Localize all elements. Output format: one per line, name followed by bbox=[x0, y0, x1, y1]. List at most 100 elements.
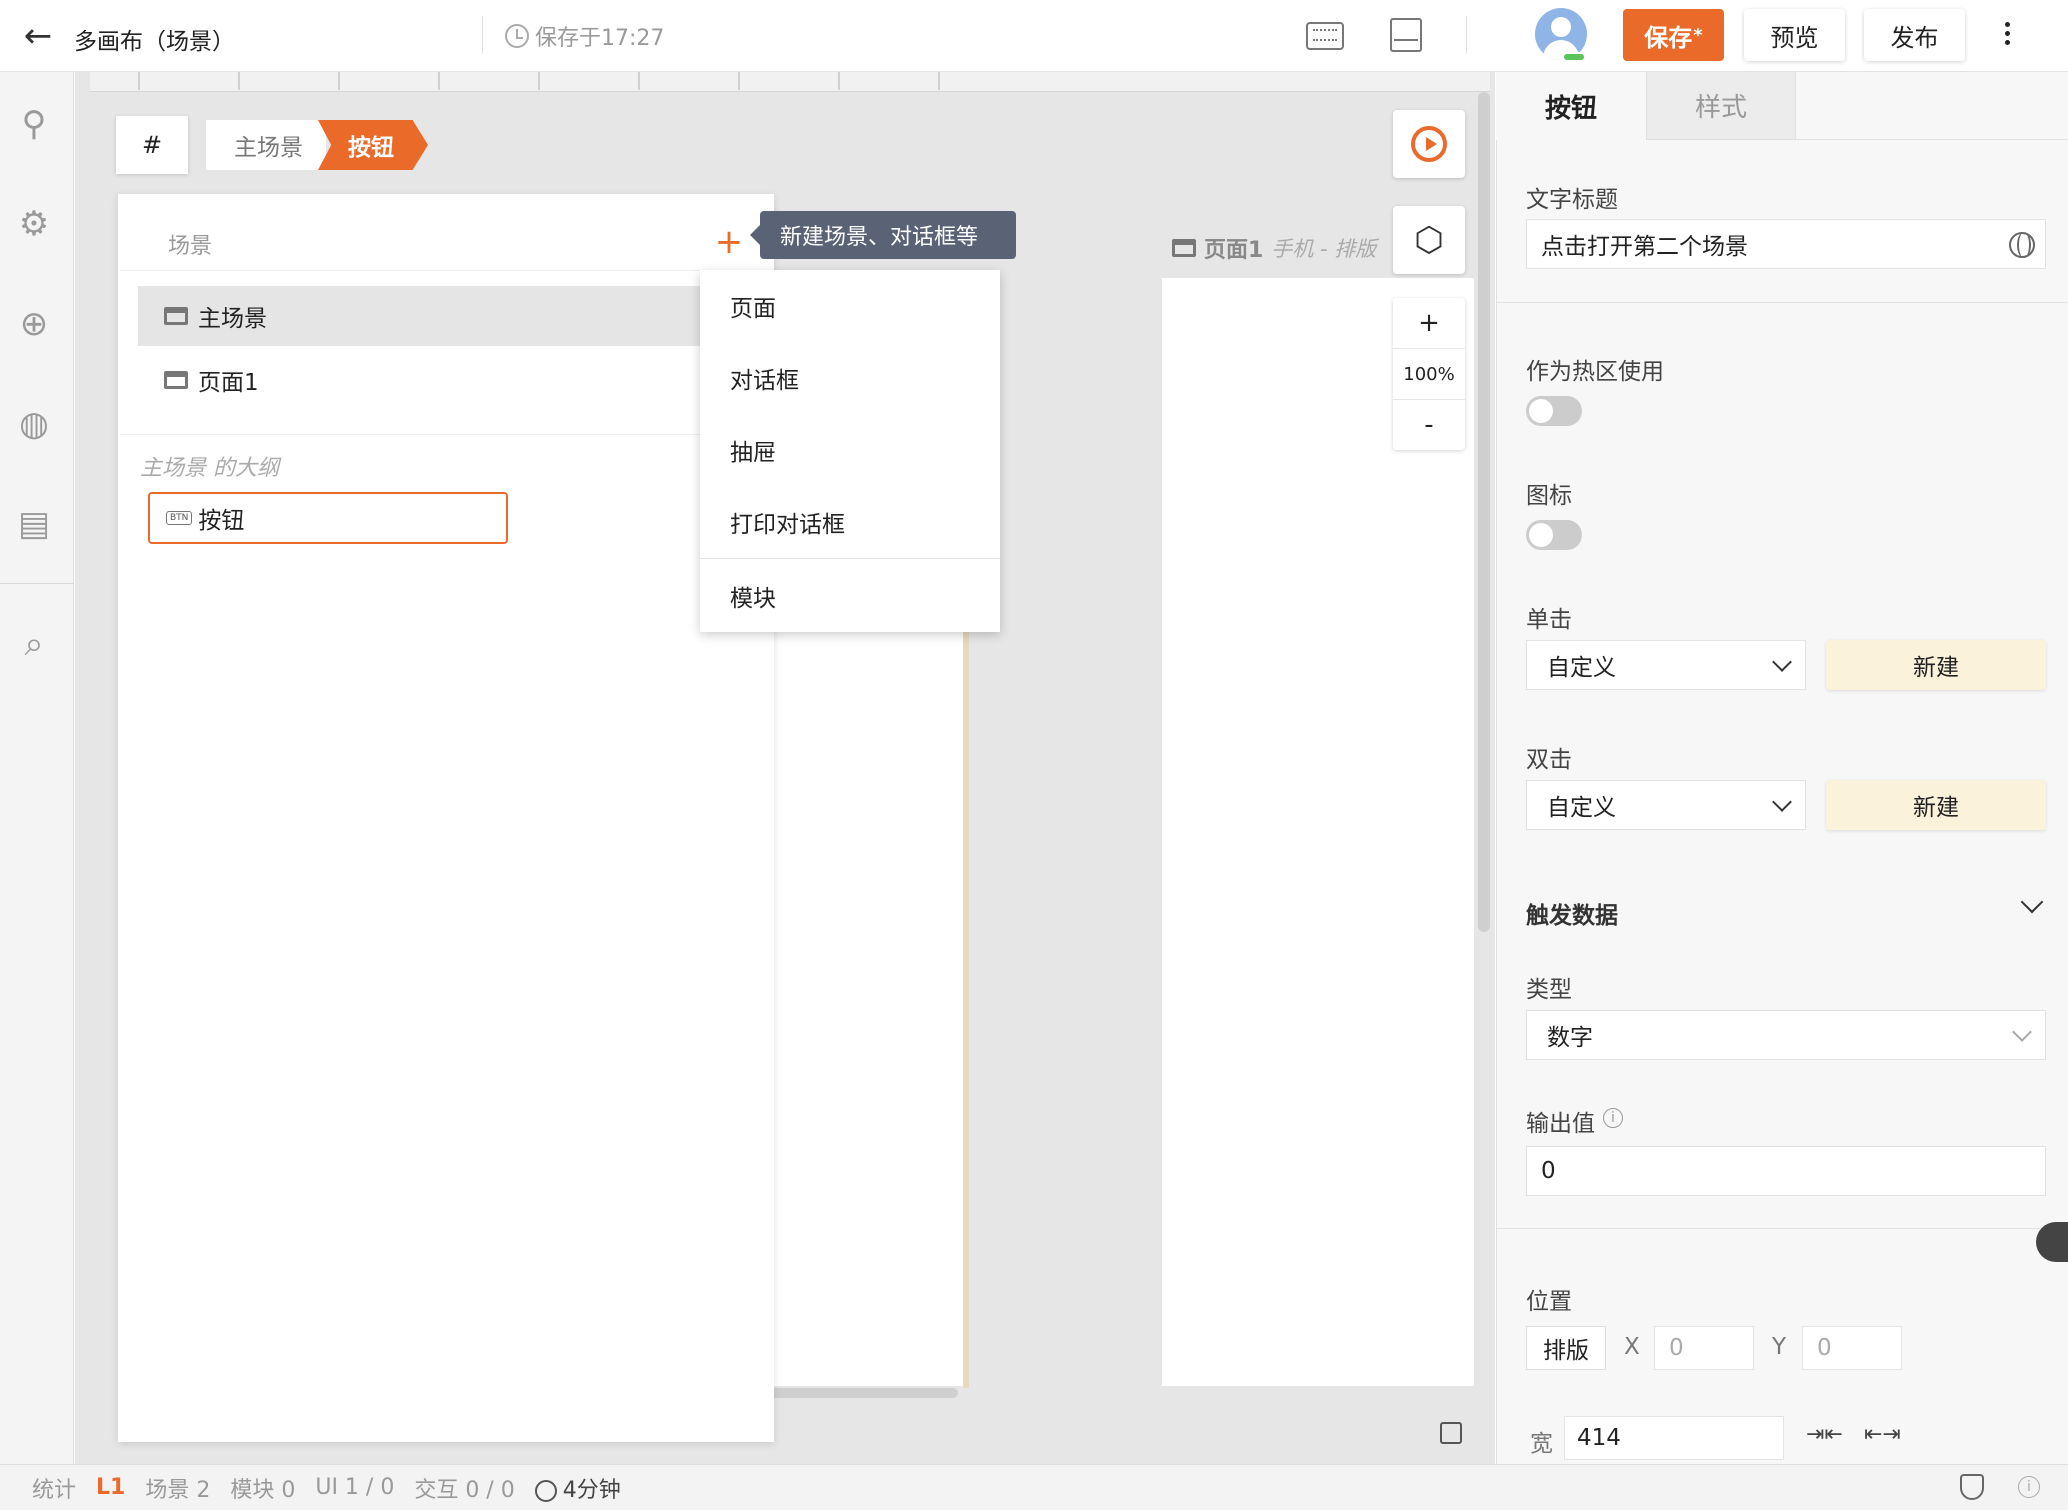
clapperboard-icon bbox=[164, 371, 188, 389]
save-status-text: 保存于17:27 bbox=[535, 26, 665, 51]
scene-count: 场景 2 bbox=[145, 1477, 211, 1503]
ruler-tick bbox=[938, 72, 940, 90]
interaction-count: 交互 0 / 0 bbox=[414, 1477, 515, 1503]
outline-label: 主场景 的大纲 bbox=[140, 456, 279, 481]
title-label: 文字标题 bbox=[1526, 187, 1618, 213]
chevron-down-icon bbox=[1772, 652, 1792, 672]
cube-icon: ⬡ bbox=[1414, 220, 1444, 260]
ruler-tick bbox=[438, 72, 440, 90]
clock-icon bbox=[534, 1479, 557, 1502]
left-rail bbox=[0, 72, 74, 1464]
properties-panel bbox=[1496, 72, 2068, 1464]
divider bbox=[120, 270, 774, 271]
preview-button[interactable]: 预览 bbox=[1744, 9, 1845, 61]
search-icon[interactable]: ⌕ bbox=[12, 622, 56, 666]
click-new-button[interactable]: 新建 bbox=[1826, 640, 2046, 690]
add-scene-button[interactable]: + bbox=[704, 213, 754, 271]
add-scene-tooltip: 新建场景、对话框等 bbox=[750, 211, 1016, 259]
click-action-value: 自定义 bbox=[1547, 655, 1616, 681]
hotspot-toggle[interactable] bbox=[1526, 396, 1582, 426]
trigger-data-section[interactable]: 触发数据 bbox=[1526, 896, 1618, 930]
ruler-tick bbox=[738, 72, 740, 90]
level-indicator[interactable]: L1 bbox=[96, 1475, 125, 1500]
keyboard-icon[interactable] bbox=[1306, 22, 1344, 50]
clapperboard-icon bbox=[1172, 239, 1196, 257]
palette-icon[interactable]: ◍ bbox=[12, 402, 56, 446]
scene-item-main[interactable]: 主场景 bbox=[138, 286, 708, 346]
button-badge-icon: BTN bbox=[166, 511, 193, 525]
plugin-icon[interactable]: ⚲ bbox=[12, 102, 56, 146]
click-label: 单击 bbox=[1526, 607, 1572, 633]
y-input[interactable]: 0 bbox=[1802, 1326, 1902, 1370]
click-action-select[interactable]: 自定义 bbox=[1526, 640, 1806, 690]
stretch-width-icon[interactable]: ⇤⇥ bbox=[1864, 1422, 1901, 1447]
shield-icon[interactable] bbox=[1960, 1474, 1984, 1500]
scene-item-page1[interactable]: 页面1 bbox=[138, 350, 708, 410]
zoom-in-button[interactable]: + bbox=[1393, 298, 1465, 348]
divider bbox=[1496, 302, 2068, 303]
module-count: 模块 0 bbox=[230, 1477, 296, 1503]
info-icon[interactable]: i bbox=[1603, 1108, 1623, 1129]
more-vertical-icon[interactable] bbox=[1998, 18, 2016, 54]
dblclick-action-select[interactable]: 自定义 bbox=[1526, 780, 1806, 830]
copy-icon[interactable] bbox=[1440, 1422, 1462, 1444]
ruler-tick bbox=[538, 72, 540, 90]
zoom-level[interactable]: 100% bbox=[1393, 348, 1465, 400]
hotspot-label: 作为热区使用 bbox=[1526, 359, 1664, 385]
3d-view-button[interactable]: ⬡ bbox=[1393, 206, 1465, 274]
assistant-robot-icon[interactable] bbox=[2036, 1222, 2068, 1262]
tab-style[interactable]: 样式 bbox=[1646, 72, 1796, 140]
fit-width-icon[interactable]: ⇥⇤ bbox=[1806, 1422, 1843, 1447]
output-label-text: 输出值 bbox=[1526, 1111, 1595, 1137]
book-icon[interactable] bbox=[1390, 18, 1422, 52]
globe-icon[interactable]: ⊕ bbox=[12, 302, 56, 346]
tab-button[interactable]: 按钮 bbox=[1496, 72, 1646, 140]
play-button[interactable] bbox=[1393, 110, 1465, 178]
online-status-dot bbox=[1562, 52, 1586, 62]
ruler-tick bbox=[838, 72, 840, 90]
menu-item-dialog[interactable]: 对话框 bbox=[700, 342, 1000, 414]
zoom-controls: + 100% - bbox=[1393, 298, 1465, 450]
globe-icon[interactable] bbox=[2009, 232, 2035, 258]
hash-button[interactable]: # bbox=[116, 116, 188, 174]
stats-label: 统计 bbox=[32, 1477, 77, 1503]
save-button[interactable]: 保存 * bbox=[1623, 9, 1724, 61]
scene-item-label: 主场景 bbox=[198, 306, 267, 332]
artboard-subtitle: 手机 - 排版 bbox=[1271, 237, 1377, 261]
breadcrumb-button[interactable]: 按钮 bbox=[318, 120, 428, 170]
type-value: 数字 bbox=[1547, 1025, 1593, 1051]
unsaved-marker: * bbox=[1693, 24, 1703, 46]
publish-button[interactable]: 发布 bbox=[1864, 9, 1965, 61]
dblclick-new-button[interactable]: 新建 bbox=[1826, 780, 2046, 830]
canvas-vertical-scrollbar[interactable] bbox=[1478, 92, 1490, 932]
title-input[interactable]: 点击打开第二个场景 bbox=[1526, 219, 2046, 269]
chevron-down-icon bbox=[2012, 1022, 2032, 1042]
dblclick-label: 双击 bbox=[1526, 747, 1572, 773]
menu-item-print-dialog[interactable]: 打印对话框 bbox=[700, 486, 1000, 558]
divider bbox=[1466, 16, 1467, 54]
artboard-title: 页面1 bbox=[1204, 238, 1264, 263]
output-value-input[interactable]: 0 bbox=[1526, 1146, 2046, 1196]
x-input[interactable]: 0 bbox=[1654, 1326, 1754, 1370]
page1-artboard-label[interactable]: 页面1 手机 - 排版 bbox=[1172, 232, 1376, 264]
save-button-label: 保存 bbox=[1644, 23, 1693, 52]
data-icon[interactable]: ▤ bbox=[12, 502, 56, 546]
layout-button[interactable]: 排版 bbox=[1526, 1326, 1606, 1370]
horizontal-ruler bbox=[90, 72, 1490, 92]
canvas-horizontal-scrollbar[interactable] bbox=[770, 1388, 958, 1398]
settings-icon[interactable]: ⚙ bbox=[12, 202, 56, 246]
menu-item-module[interactable]: 模块 bbox=[700, 560, 1000, 632]
ruler-tick bbox=[138, 72, 140, 90]
back-arrow-icon[interactable]: ← bbox=[16, 14, 60, 58]
type-select[interactable]: 数字 bbox=[1526, 1010, 2046, 1060]
info-icon[interactable]: i bbox=[2018, 1476, 2040, 1498]
menu-item-drawer[interactable]: 抽屉 bbox=[700, 414, 1000, 486]
breadcrumb-main-scene[interactable]: 主场景 bbox=[206, 120, 326, 170]
icon-toggle[interactable] bbox=[1526, 520, 1582, 550]
zoom-out-button[interactable]: - bbox=[1393, 400, 1465, 450]
width-input[interactable]: 414 bbox=[1564, 1416, 1784, 1460]
x-label: X bbox=[1624, 1334, 1640, 1360]
outline-item-button[interactable]: BTN 按钮 bbox=[148, 492, 508, 544]
menu-item-page[interactable]: 页面 bbox=[700, 270, 1000, 342]
type-label: 类型 bbox=[1526, 977, 1572, 1003]
